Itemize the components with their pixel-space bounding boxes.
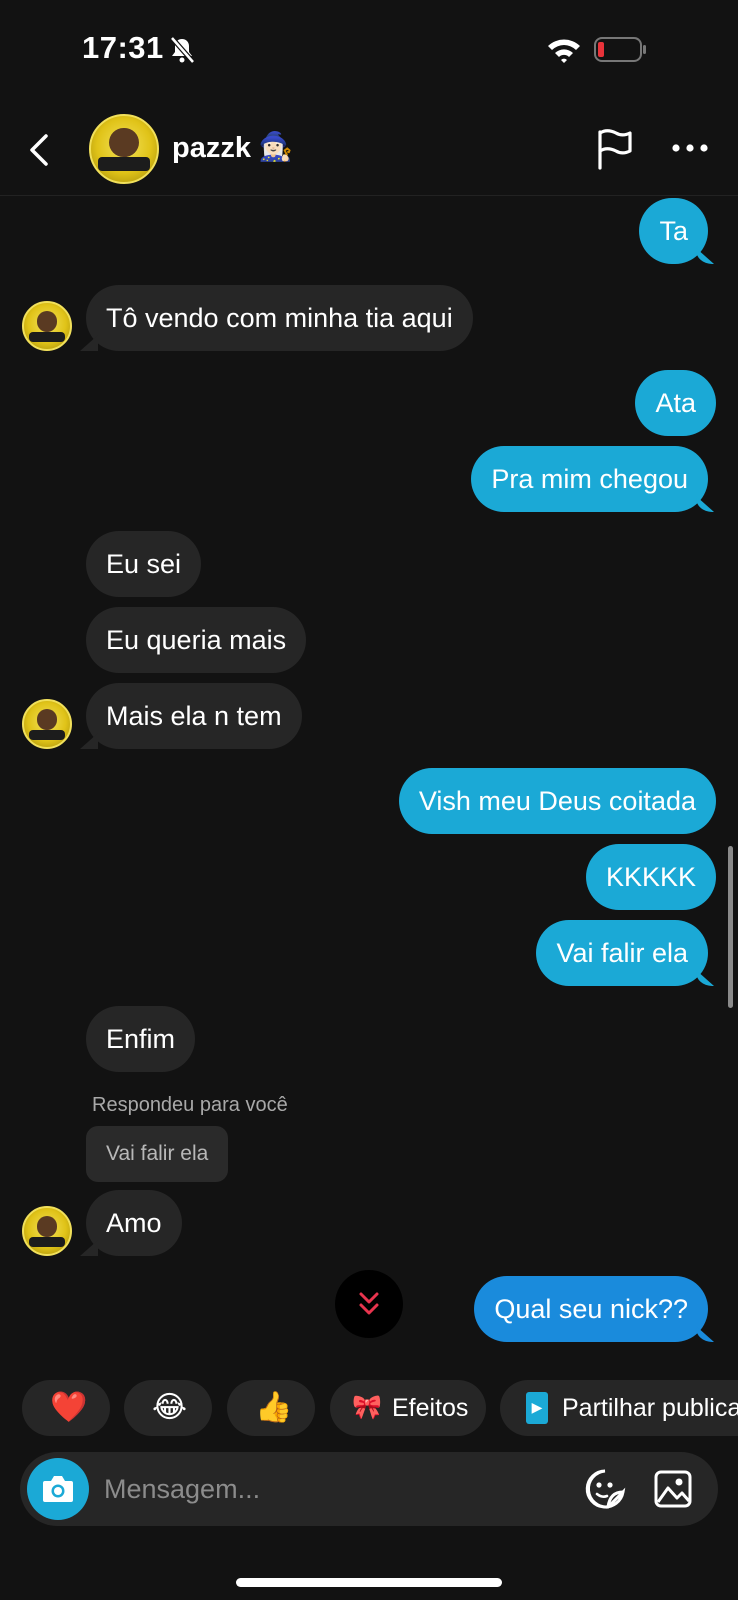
share-post-label: Partilhar publica bbox=[562, 1394, 738, 1422]
message-incoming[interactable]: Mais ela n tem bbox=[86, 683, 302, 749]
contact-username[interactable]: pazzk bbox=[172, 132, 251, 165]
battery-icon bbox=[594, 37, 646, 62]
camera-icon bbox=[43, 1476, 73, 1502]
reply-quote[interactable]: Vai falir ela bbox=[86, 1126, 229, 1182]
chat-header: pazzk 🧙🏻‍♀️ bbox=[0, 108, 738, 196]
message-composer bbox=[20, 1452, 718, 1526]
laughing-face-icon: 😂 bbox=[152, 1390, 188, 1425]
status-time: 17:31 bbox=[82, 30, 164, 65]
quick-reaction-laugh[interactable]: 😂 bbox=[124, 1380, 212, 1436]
message-outgoing[interactable]: Ta bbox=[639, 198, 708, 264]
gallery-icon[interactable] bbox=[654, 1470, 692, 1508]
message-outgoing[interactable]: Vai falir ela bbox=[536, 920, 708, 986]
contact-avatar-small[interactable] bbox=[22, 1206, 72, 1256]
quick-reaction-thumbs-up[interactable]: 👍 bbox=[227, 1380, 315, 1436]
more-options-icon[interactable] bbox=[670, 138, 710, 158]
contact-avatar[interactable] bbox=[89, 114, 159, 184]
play-icon: ▶ bbox=[526, 1392, 548, 1424]
message-incoming[interactable]: Tô vendo com minha tia aqui bbox=[86, 285, 473, 351]
reply-label: Respondeu para você bbox=[92, 1094, 288, 1116]
thumbs-up-icon: 👍 bbox=[255, 1390, 293, 1425]
effects-chip[interactable]: 🎀 Efeitos bbox=[330, 1380, 486, 1436]
username-emoji: 🧙🏻‍♀️ bbox=[258, 130, 293, 163]
double-chevron-down-icon bbox=[359, 1292, 379, 1315]
camera-button[interactable] bbox=[27, 1458, 89, 1520]
scroll-to-bottom-button[interactable] bbox=[335, 1270, 403, 1338]
message-incoming[interactable]: Amo bbox=[86, 1190, 182, 1256]
bow-icon: 🎀 bbox=[352, 1393, 382, 1421]
message-outgoing[interactable]: Ata bbox=[635, 370, 716, 436]
home-indicator bbox=[236, 1578, 502, 1587]
effects-label: Efeitos bbox=[392, 1394, 469, 1422]
wifi-icon bbox=[548, 39, 580, 63]
heart-icon: ❤️ bbox=[50, 1390, 88, 1425]
flag-icon[interactable] bbox=[594, 128, 634, 170]
quick-reaction-heart[interactable]: ❤️ bbox=[22, 1380, 110, 1436]
message-outgoing[interactable]: KKKKK bbox=[585, 844, 716, 910]
sticker-icon[interactable] bbox=[584, 1468, 626, 1510]
bell-muted-icon bbox=[170, 36, 195, 64]
message-incoming[interactable]: Eu queria mais bbox=[86, 607, 307, 673]
share-post-chip[interactable]: ▶ Partilhar publica bbox=[500, 1380, 738, 1436]
message-outgoing[interactable]: Pra mim chegou bbox=[471, 446, 708, 512]
back-chevron-icon[interactable] bbox=[22, 130, 56, 170]
message-outgoing[interactable]: Qual seu nick?? bbox=[474, 1276, 708, 1342]
contact-avatar-small[interactable] bbox=[22, 301, 72, 351]
contact-avatar-small[interactable] bbox=[22, 699, 72, 749]
scrollbar[interactable] bbox=[728, 846, 733, 1008]
message-outgoing[interactable]: Vish meu Deus coitada bbox=[398, 768, 716, 834]
message-incoming[interactable]: Eu sei bbox=[86, 531, 202, 597]
message-incoming[interactable]: Enfim bbox=[86, 1006, 196, 1072]
status-bar: 17:31 bbox=[0, 0, 738, 100]
message-input[interactable] bbox=[104, 1452, 544, 1526]
quick-reply-bar: ❤️ 😂 👍 🎀 Efeitos ▶ Partilhar publica bbox=[0, 1380, 738, 1436]
